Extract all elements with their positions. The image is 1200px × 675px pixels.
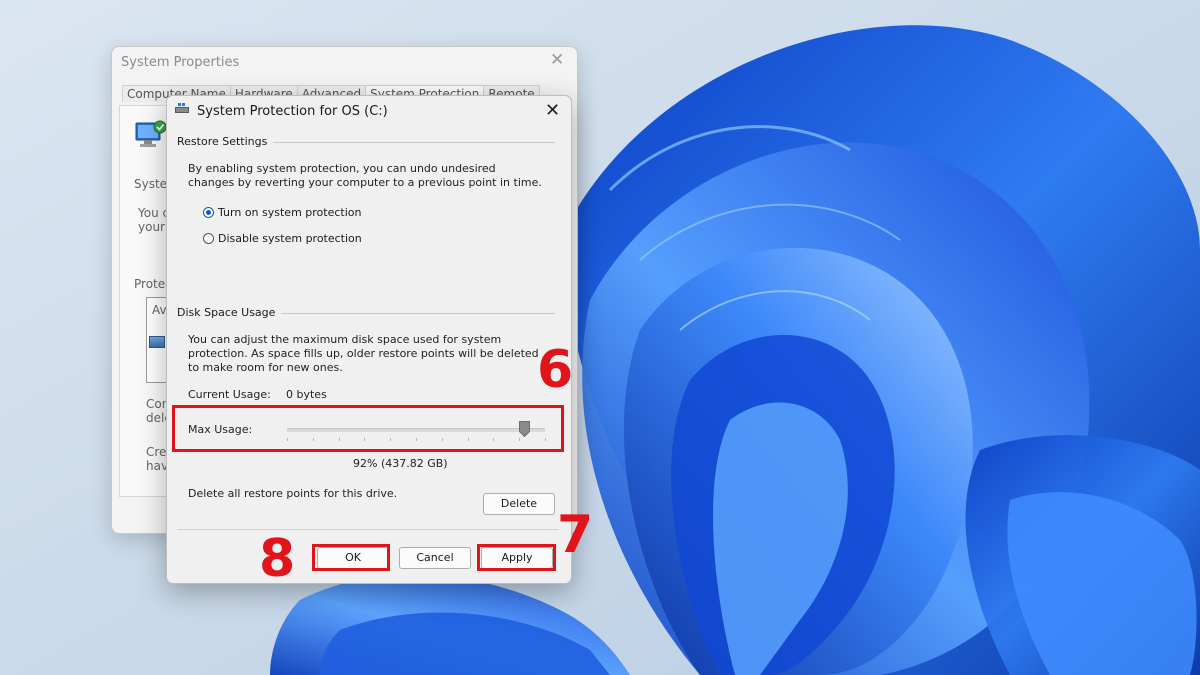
system-properties-close-icon[interactable]: ✕ <box>550 50 564 70</box>
max-usage-readout: 92% (437.82 GB) <box>353 457 448 470</box>
radio-button-unchecked[interactable] <box>203 233 214 244</box>
dialog-title: System Protection for OS (C:) <box>197 104 388 119</box>
current-usage-value: 0 bytes <box>286 388 327 401</box>
step-number-6: 6 <box>537 340 574 400</box>
delete-button[interactable]: Delete <box>483 493 555 515</box>
step-number-8: 8 <box>259 529 296 589</box>
restore-settings-heading: Restore Settings <box>177 135 274 148</box>
partial-description-line-1: You c <box>138 206 170 220</box>
disable-protection-option[interactable]: Disable system protection <box>203 232 362 245</box>
partial-list-header: Av <box>152 303 167 317</box>
cancel-button[interactable]: Cancel <box>399 547 471 569</box>
system-protection-dialog: System Protection for OS (C:) ✕ Restore … <box>166 95 572 584</box>
step-number-7: 7 <box>557 505 594 565</box>
restore-settings-description: By enabling system protection, you can u… <box>188 162 542 189</box>
disk-space-heading: Disk Space Usage <box>177 306 282 319</box>
turn-on-protection-option[interactable]: Turn on system protection <box>203 206 361 219</box>
apply-highlight-box <box>477 544 556 571</box>
disk-space-description: You can adjust the maximum disk space us… <box>188 333 539 374</box>
footer-separator <box>177 529 559 530</box>
system-properties-title: System Properties <box>121 55 240 70</box>
radio-button-checked[interactable] <box>203 207 214 218</box>
ok-highlight-box <box>312 544 390 571</box>
delete-restore-points-text: Delete all restore points for this drive… <box>188 487 398 500</box>
computer-shield-icon <box>135 120 167 147</box>
current-usage-label: Current Usage: <box>188 388 271 401</box>
dialog-close-icon[interactable]: ✕ <box>545 101 560 121</box>
drive-icon <box>175 103 189 113</box>
disable-protection-label: Disable system protection <box>218 232 362 245</box>
drive-icon <box>149 336 165 348</box>
turn-on-protection-label: Turn on system protection <box>218 206 362 219</box>
max-usage-highlight-box <box>172 405 564 452</box>
